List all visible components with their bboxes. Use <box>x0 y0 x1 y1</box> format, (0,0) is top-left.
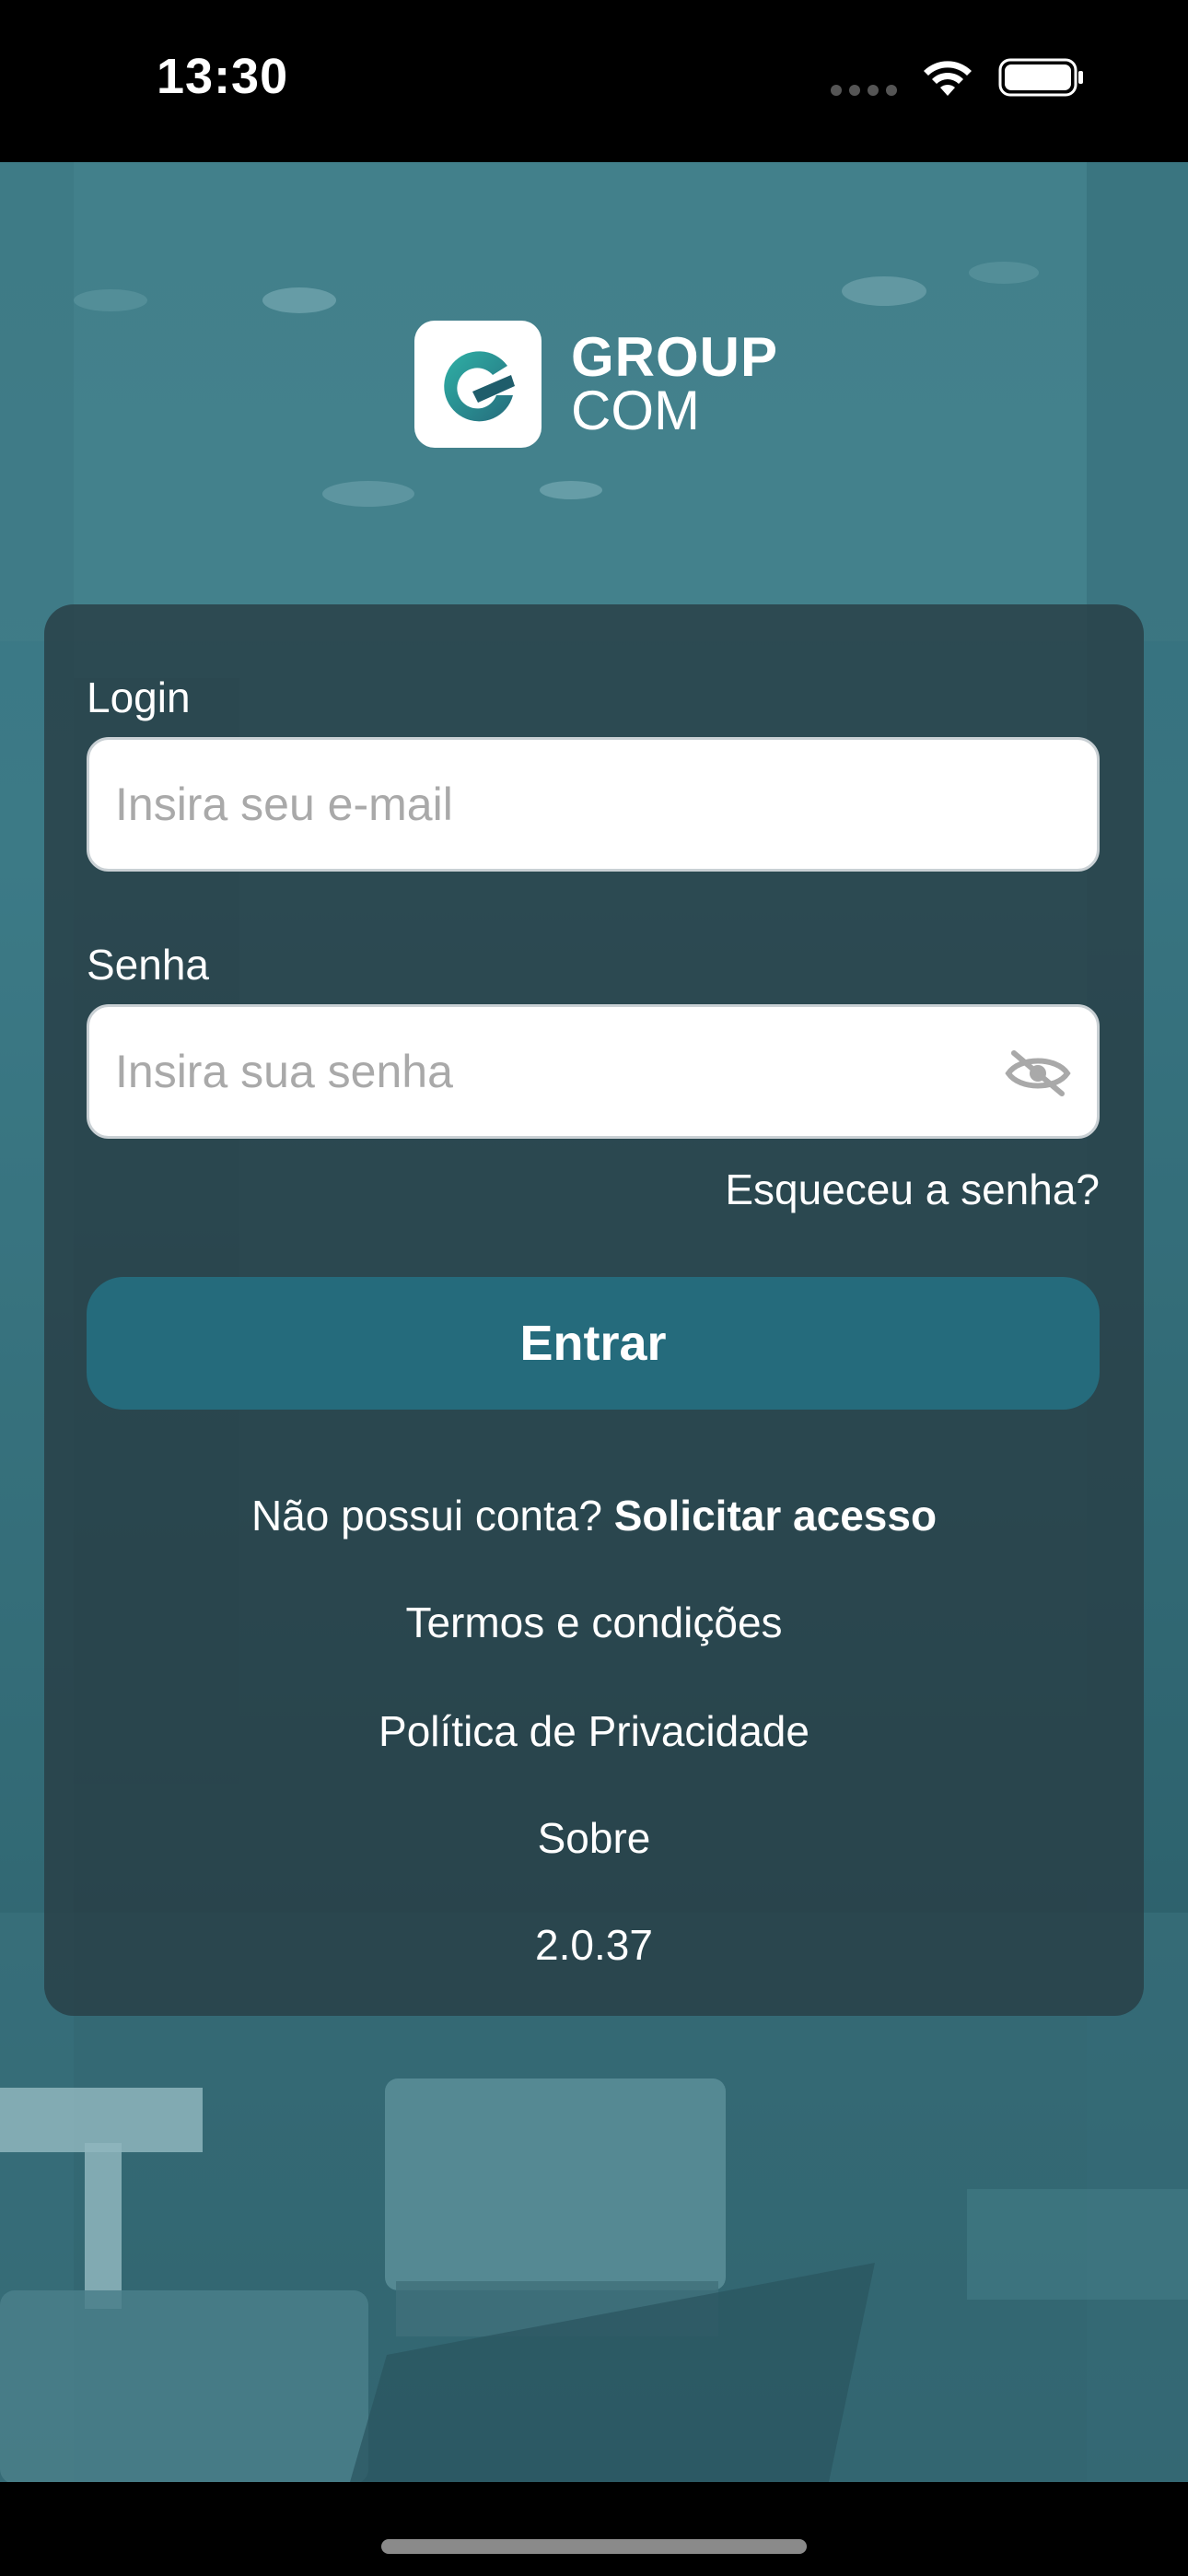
password-field[interactable] <box>87 1004 1100 1139</box>
terms-link[interactable]: Termos e condições <box>44 1598 1144 1647</box>
logo-wordmark: GROUP COM <box>571 330 778 439</box>
request-access-row: Não possui conta? Solicitar acesso <box>44 1491 1144 1540</box>
password-label: Senha <box>87 941 210 989</box>
home-indicator <box>381 2539 807 2554</box>
logo-mark <box>414 321 542 448</box>
privacy-policy-link[interactable]: Política de Privacidade <box>44 1706 1144 1756</box>
app-logo: GROUP COM <box>414 321 778 448</box>
wifi-icon <box>924 61 972 96</box>
status-icons <box>831 57 1085 98</box>
logo-g-icon <box>444 351 515 422</box>
forgot-password-link[interactable]: Esqueceu a senha? <box>725 1165 1100 1214</box>
logo-line-1: GROUP <box>571 326 779 388</box>
logo-line-2: COM <box>571 380 700 441</box>
app-version: 2.0.37 <box>535 1921 653 1969</box>
login-button[interactable]: Entrar <box>87 1277 1100 1410</box>
request-access-link[interactable]: Solicitar acesso <box>614 1492 937 1540</box>
status-time: 13:30 <box>157 49 289 104</box>
login-card: Login Senha Esqueceu a senha? Entrar Não… <box>44 604 1144 2016</box>
login-field[interactable] <box>87 737 1100 872</box>
password-input[interactable] <box>113 1044 946 1099</box>
about-link[interactable]: Sobre <box>44 1813 1144 1863</box>
email-input[interactable] <box>113 777 946 832</box>
no-account-text: Não possui conta? <box>250 1492 602 1540</box>
login-label: Login <box>87 673 191 721</box>
eye-off-icon[interactable] <box>1005 1049 1071 1097</box>
cellular-signal-icon <box>831 85 897 96</box>
status-bar: 13:30 <box>0 0 1188 162</box>
battery-icon <box>998 58 1083 97</box>
